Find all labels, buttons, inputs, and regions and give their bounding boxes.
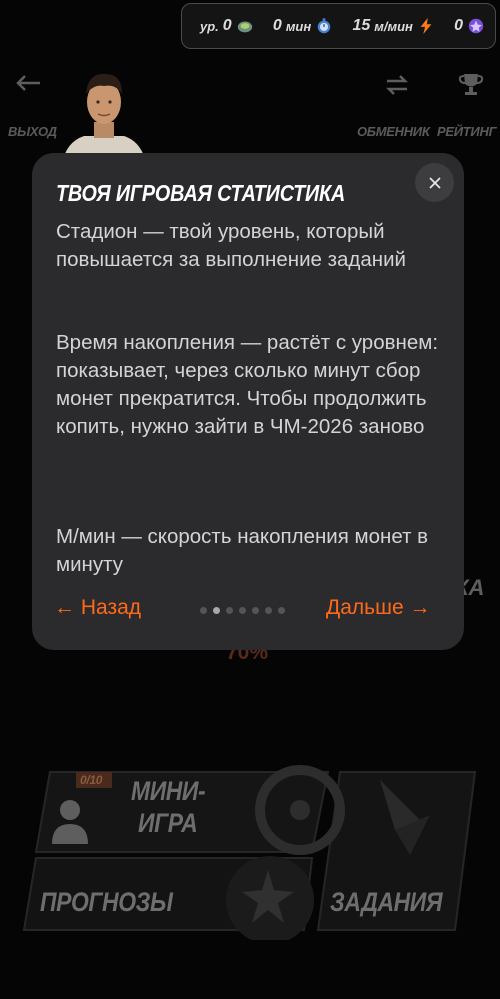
pagination-dots xyxy=(200,607,285,614)
stadium-icon xyxy=(237,21,252,33)
minutes-unit: мин xyxy=(285,18,312,34)
rate-stat: 15 м/мин xyxy=(352,17,434,35)
rate-unit: м/мин xyxy=(374,18,413,34)
mini-game-title-line2[interactable]: ИГРА xyxy=(138,808,198,839)
pagination-dot[interactable] xyxy=(200,607,207,614)
minutes-stat: 0 мин xyxy=(273,17,333,35)
minutes-value: 0 xyxy=(272,17,282,34)
close-icon xyxy=(428,176,441,189)
gems-value: 0 xyxy=(454,17,463,34)
forecasts-title[interactable]: ПРОГНОЗЫ xyxy=(40,887,173,918)
player-portrait-icon xyxy=(62,73,146,164)
exchange-label[interactable]: ОБМЕННИК xyxy=(357,124,430,139)
pagination-dot[interactable] xyxy=(278,607,285,614)
modal-paragraph-stadium: Стадион — твой уровень, который повышает… xyxy=(56,220,407,271)
pagination-dot[interactable] xyxy=(265,607,272,614)
gem-icon xyxy=(468,18,484,34)
back-arrow-icon[interactable] xyxy=(14,68,44,98)
trophy-icon[interactable] xyxy=(457,71,485,99)
level-stat: ур. 0 xyxy=(200,17,254,35)
prev-button[interactable]: ← Назад xyxy=(54,596,141,620)
modal-paragraph-rate: М/мин — скорость накопления монет в мину… xyxy=(56,525,429,576)
mini-game-title-line1[interactable]: МИНИ- xyxy=(131,776,206,807)
pagination-dot[interactable] xyxy=(239,607,246,614)
exchange-icon[interactable] xyxy=(383,71,411,99)
modal-paragraph-accumulation: Время накопления — растёт с уровнем: пок… xyxy=(56,331,439,438)
mini-game-counter: 0/10 xyxy=(80,773,103,787)
stats-bar: ур. 0 0 мин 15 м/мин 0 xyxy=(181,3,496,49)
rate-value: 15 xyxy=(352,17,371,34)
close-button[interactable] xyxy=(415,163,454,202)
stats-info-modal: ТВОЯ ИГРОВАЯ СТАТИСТИКА Стадион — твой у… xyxy=(32,153,464,650)
level-value: 0 xyxy=(222,17,232,34)
player-avatar[interactable] xyxy=(54,64,154,164)
pagination-dot-active[interactable] xyxy=(213,607,220,614)
rating-label[interactable]: РЕЙТИНГ xyxy=(437,124,497,139)
tasks-title[interactable]: ЗАДАНИЯ xyxy=(330,887,443,918)
modal-title: ТВОЯ ИГРОВАЯ СТАТИСТИКА xyxy=(56,180,346,206)
level-label: ур. xyxy=(200,18,219,34)
stopwatch-icon xyxy=(317,18,331,34)
next-button[interactable]: Дальше → xyxy=(326,596,430,620)
pagination-dot[interactable] xyxy=(252,607,259,614)
gems-stat: 0 xyxy=(454,17,485,35)
lightning-icon xyxy=(420,17,432,35)
exit-label[interactable]: ВЫХОД xyxy=(8,124,57,139)
pagination-dot[interactable] xyxy=(226,607,233,614)
